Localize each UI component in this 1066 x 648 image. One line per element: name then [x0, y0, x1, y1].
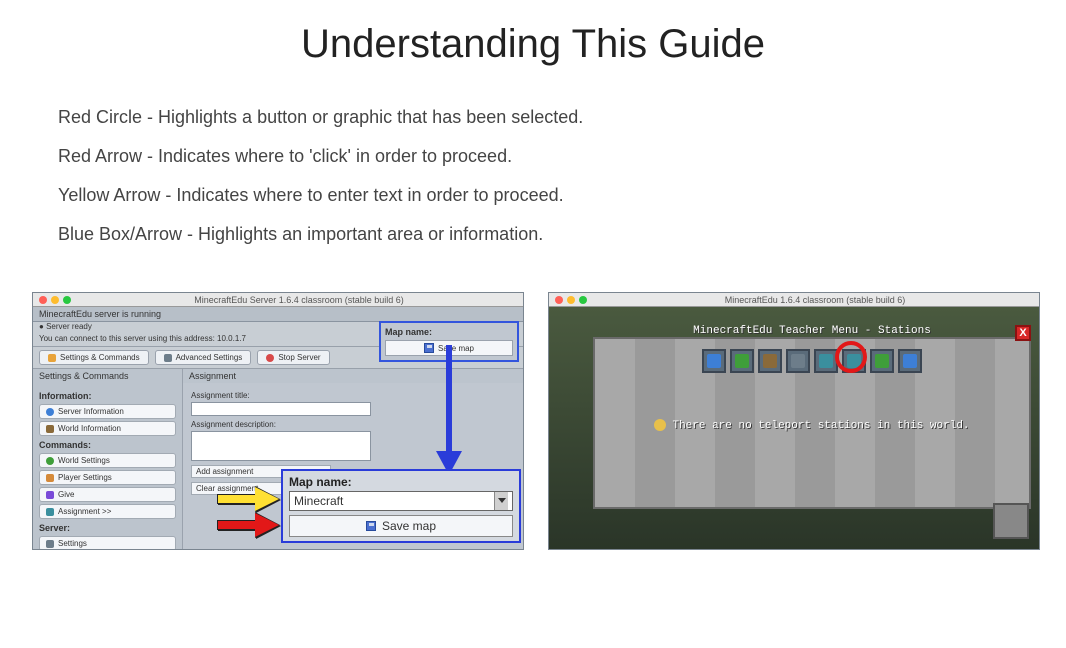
page-title: Understanding This Guide: [0, 22, 1066, 67]
minimize-icon[interactable]: [51, 296, 59, 304]
lbl: Give: [58, 490, 74, 499]
legend-red-arrow: Red Arrow - Indicates where to 'click' i…: [58, 146, 1066, 167]
zoom-map-name-label: Map name:: [289, 475, 513, 489]
tab-icon: [791, 354, 805, 368]
assign-title-input[interactable]: [191, 402, 371, 416]
tab-7-stations[interactable]: [870, 349, 894, 373]
legend-red-circle: Red Circle - Highlights a button or grap…: [58, 107, 1066, 128]
close-icon[interactable]: [39, 296, 47, 304]
tab-8[interactable]: [898, 349, 922, 373]
legend-blue-box: Blue Box/Arrow - Highlights an important…: [58, 224, 1066, 245]
zoom-save-map-button[interactable]: Save map: [289, 515, 513, 537]
world-icon: [46, 425, 54, 433]
lbl: World Settings: [58, 456, 110, 465]
tab-1[interactable]: [702, 349, 726, 373]
info-header: Information:: [39, 391, 176, 401]
ready-text: Server ready: [46, 322, 92, 331]
zoom-map-name-input[interactable]: Minecraft: [289, 491, 513, 511]
gear-icon: [46, 540, 54, 548]
assign-desc-input[interactable]: [191, 431, 371, 461]
settings-button[interactable]: Settings: [39, 536, 176, 550]
legend-yellow-arrow: Yellow Arrow - Indicates where to enter …: [58, 185, 1066, 206]
section-settings-commands: Settings & Commands: [33, 369, 183, 383]
globe-icon: [46, 457, 54, 465]
stop-server-button[interactable]: Stop Server: [257, 350, 329, 365]
server-header: Server:: [39, 523, 176, 533]
tab-icon: [903, 354, 917, 368]
server-info-button[interactable]: Server Information: [39, 404, 176, 419]
teacher-menu-dialog: MinecraftEdu Teacher Menu - Stations X T…: [593, 337, 1031, 509]
tab-4[interactable]: [786, 349, 810, 373]
lbl: Server Information: [58, 407, 124, 416]
screenshot-server: MinecraftEdu Server 1.6.4 classroom (sta…: [32, 292, 524, 550]
disk-icon: [366, 521, 376, 531]
stop-icon: [266, 354, 274, 362]
titlebar: MinecraftEdu 1.6.4 classroom (stable bui…: [549, 293, 1039, 307]
dialog-close-button[interactable]: X: [1015, 325, 1031, 341]
btn-label: Stop Server: [278, 353, 320, 362]
window-title: MinecraftEdu 1.6.4 classroom (stable bui…: [591, 295, 1039, 305]
tab-2[interactable]: [730, 349, 754, 373]
lbl: World Information: [58, 424, 121, 433]
gift-icon: [46, 491, 54, 499]
screenshot-teacher-menu: MinecraftEdu 1.6.4 classroom (stable bui…: [548, 292, 1040, 550]
player-icon: [46, 474, 54, 482]
dropdown-icon[interactable]: [494, 492, 508, 510]
msg-text: There are no teleport stations in this w…: [672, 420, 969, 432]
section-assignment: Assignment: [183, 369, 523, 383]
red-circle-annotation: [835, 341, 867, 373]
dialog-message: There are no teleport stations in this w…: [595, 419, 1029, 432]
tab-icon: [763, 354, 777, 368]
assignment-button[interactable]: Assignment >>: [39, 504, 176, 519]
settings-commands-button[interactable]: Settings & Commands: [39, 350, 149, 365]
btn-label: Advanced Settings: [176, 353, 243, 362]
map-name-label: Map name:: [385, 327, 513, 337]
tab-icon: [875, 354, 889, 368]
world-settings-button[interactable]: World Settings: [39, 453, 176, 468]
tab-icon: [707, 354, 721, 368]
tab-icon: [819, 354, 833, 368]
doc-icon: [46, 508, 54, 516]
lbl: Settings: [58, 539, 87, 548]
player-settings-button[interactable]: Player Settings: [39, 470, 176, 485]
face-icon: [654, 419, 666, 431]
lbl: Assignment >>: [58, 507, 111, 516]
status-bar: MinecraftEdu server is running: [33, 307, 523, 322]
close-icon[interactable]: [555, 296, 563, 304]
window-title: MinecraftEdu Server 1.6.4 classroom (sta…: [75, 295, 523, 305]
maximize-icon[interactable]: [579, 296, 587, 304]
sidebar: Information: Server Information World In…: [33, 383, 183, 550]
block-icon: [993, 503, 1029, 539]
titlebar: MinecraftEdu Server 1.6.4 classroom (sta…: [33, 293, 523, 307]
tab-3[interactable]: [758, 349, 782, 373]
cog-icon: [164, 354, 172, 362]
map-name-zoom-callout: Map name: Minecraft Save map: [281, 469, 521, 543]
wrench-icon: [48, 354, 56, 362]
give-button[interactable]: Give: [39, 487, 176, 502]
lbl: Player Settings: [58, 473, 112, 482]
disk-icon: [424, 343, 434, 353]
tab-row: [702, 349, 922, 373]
legend: Red Circle - Highlights a button or grap…: [58, 107, 1066, 245]
btn-label: Settings & Commands: [60, 353, 140, 362]
tab-icon: [735, 354, 749, 368]
dialog-title: MinecraftEdu Teacher Menu - Stations: [595, 325, 1029, 337]
blue-arrow-annotation: [438, 345, 460, 475]
info-icon: [46, 408, 54, 416]
assign-title-label: Assignment title:: [191, 391, 515, 400]
assign-desc-label: Assignment description:: [191, 420, 515, 429]
world-info-button[interactable]: World Information: [39, 421, 176, 436]
yellow-arrow-annotation: [217, 489, 279, 509]
minimize-icon[interactable]: [567, 296, 575, 304]
input-value: Minecraft: [294, 494, 343, 508]
maximize-icon[interactable]: [63, 296, 71, 304]
commands-header: Commands:: [39, 440, 176, 450]
red-arrow-annotation: [217, 515, 279, 535]
lbl: Save map: [382, 519, 436, 533]
advanced-settings-button[interactable]: Advanced Settings: [155, 350, 252, 365]
